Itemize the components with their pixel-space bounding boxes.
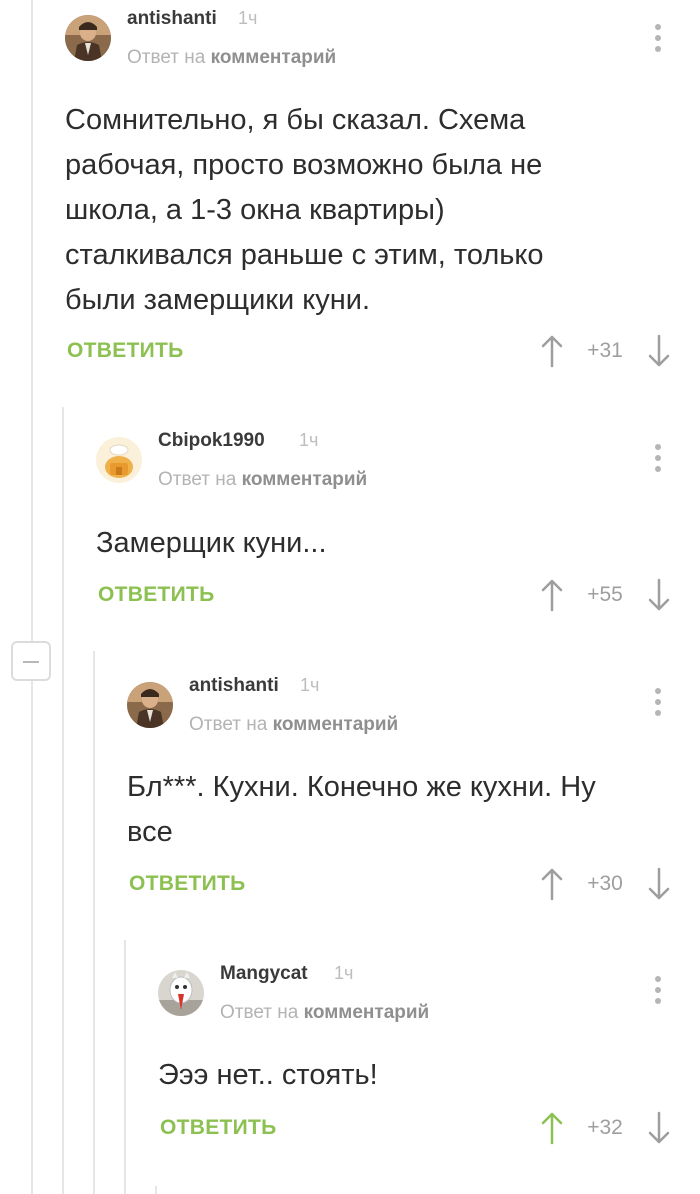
arrow-up-icon[interactable]: [540, 334, 564, 368]
comment-text: Замерщик куни...: [96, 527, 327, 559]
arrow-down-icon[interactable]: [647, 867, 671, 901]
thread-line-level-4[interactable]: [124, 940, 126, 1194]
arrow-down-icon[interactable]: [647, 1111, 671, 1145]
reply-to-link[interactable]: Ответ на комментарий: [189, 714, 398, 736]
more-vertical-icon[interactable]: [648, 438, 668, 478]
minus-icon: [23, 661, 39, 663]
arrow-down-icon[interactable]: [647, 578, 671, 612]
reply-button[interactable]: ОТВЕТИТЬ: [160, 1116, 277, 1140]
more-vertical-icon[interactable]: [648, 18, 668, 58]
avatar[interactable]: [96, 437, 142, 483]
score: +55: [587, 583, 623, 606]
thread-line-level-3[interactable]: [93, 651, 95, 1194]
collapse-thread-button[interactable]: [11, 641, 51, 681]
reply-prefix: Ответ на: [127, 47, 206, 68]
reply-button[interactable]: ОТВЕТИТЬ: [67, 339, 184, 363]
reply-prefix: Ответ на: [189, 714, 268, 735]
more-vertical-icon[interactable]: [648, 682, 668, 722]
comment-time: 1ч: [334, 963, 354, 983]
reply-parent-link[interactable]: комментарий: [304, 1002, 430, 1023]
reply-parent-link[interactable]: комментарий: [242, 469, 368, 490]
comment-text: Бл***. Кухни. Конечно же кухни. Ну все: [127, 771, 596, 848]
username[interactable]: antishanti: [189, 675, 279, 697]
comment-text: Эээ нет.. стоять!: [158, 1059, 378, 1091]
reply-to-link[interactable]: Ответ на комментарий: [127, 47, 336, 69]
comment-text: Сомнительно, я бы сказал. Схема рабочая,…: [65, 104, 544, 316]
score: +31: [587, 339, 623, 362]
comment-time: 1ч: [238, 8, 258, 28]
arrow-up-icon[interactable]: [540, 867, 564, 901]
reply-to-link[interactable]: Ответ на комментарий: [220, 1002, 429, 1024]
avatar[interactable]: [158, 970, 204, 1016]
more-vertical-icon[interactable]: [648, 970, 668, 1010]
reply-to-link[interactable]: Ответ на комментарий: [158, 469, 367, 491]
comments-thread: antishanti 1ч Ответ на комментарий Сомни…: [0, 0, 700, 1194]
thread-line-level-1[interactable]: [31, 0, 33, 1194]
username[interactable]: antishanti: [127, 8, 217, 30]
arrow-up-icon[interactable]: [540, 1111, 564, 1145]
reply-parent-link[interactable]: комментарий: [211, 47, 337, 68]
score: +32: [587, 1116, 623, 1139]
thread-line-level-2[interactable]: [62, 407, 64, 1194]
comment-time: 1ч: [300, 675, 320, 695]
reply-prefix: Ответ на: [158, 469, 237, 490]
arrow-up-icon[interactable]: [540, 578, 564, 612]
reply-button[interactable]: ОТВЕТИТЬ: [129, 872, 246, 896]
username[interactable]: Mangycat: [220, 963, 308, 985]
reply-prefix: Ответ на: [220, 1002, 299, 1023]
username[interactable]: Cbipok1990: [158, 430, 265, 452]
reply-button[interactable]: ОТВЕТИТЬ: [98, 583, 215, 607]
score: +30: [587, 872, 623, 895]
avatar[interactable]: [65, 15, 111, 61]
thread-line-level-5[interactable]: [155, 1186, 157, 1194]
arrow-down-icon[interactable]: [647, 334, 671, 368]
reply-parent-link[interactable]: комментарий: [273, 714, 399, 735]
avatar[interactable]: [127, 682, 173, 728]
comment-time: 1ч: [299, 430, 319, 450]
